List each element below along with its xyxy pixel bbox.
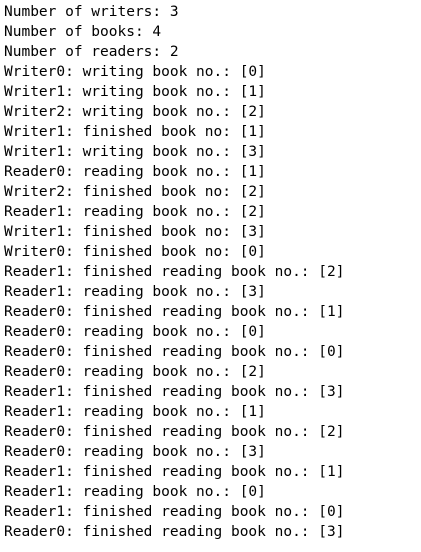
console-line-readers-count: Number of readers: 2 [4,44,179,60]
console-line: Reader1: reading book no.: [3] [4,284,266,300]
console-line-writers-count: Number of writers: 3 [4,4,179,20]
console-line: Reader0: reading book no.: [2] [4,364,266,380]
console-line: Writer2: writing book no.: [2] [4,104,266,120]
console-line: Reader1: finished reading book no.: [0] [4,504,345,520]
console-line: Writer1: finished book no: [1] [4,124,266,140]
console-line: Reader1: finished reading book no.: [1] [4,464,345,480]
console-line: Writer0: finished book no: [0] [4,244,266,260]
console-line: Reader0: finished reading book no.: [1] [4,304,345,320]
console-line: Writer2: finished book no: [2] [4,184,266,200]
console-line: Writer1: writing book no.: [3] [4,144,266,160]
console-line: Reader0: finished reading book no.: [3] [4,524,345,540]
console-line: Reader0: finished reading book no.: [2] [4,424,345,440]
console-line: Reader1: finished reading book no.: [2] [4,264,345,280]
console-line: Writer1: writing book no.: [1] [4,84,266,100]
console-line: Reader0: reading book no.: [1] [4,164,266,180]
console-line: Writer1: finished book no: [3] [4,224,266,240]
console-line: Reader0: finished reading book no.: [0] [4,344,345,360]
console-line: Reader0: reading book no.: [0] [4,324,266,340]
console-output: Number of writers: 3 Number of books: 4 … [4,2,419,542]
console-line-books-count: Number of books: 4 [4,24,162,40]
console-line: Reader1: reading book no.: [2] [4,204,266,220]
console-line: Reader1: reading book no.: [1] [4,404,266,420]
console-line: Reader1: reading book no.: [0] [4,484,266,500]
console-line: Reader1: finished reading book no.: [3] [4,384,345,400]
console-line: Writer0: writing book no.: [0] [4,64,266,80]
console-line: Reader0: reading book no.: [3] [4,444,266,460]
